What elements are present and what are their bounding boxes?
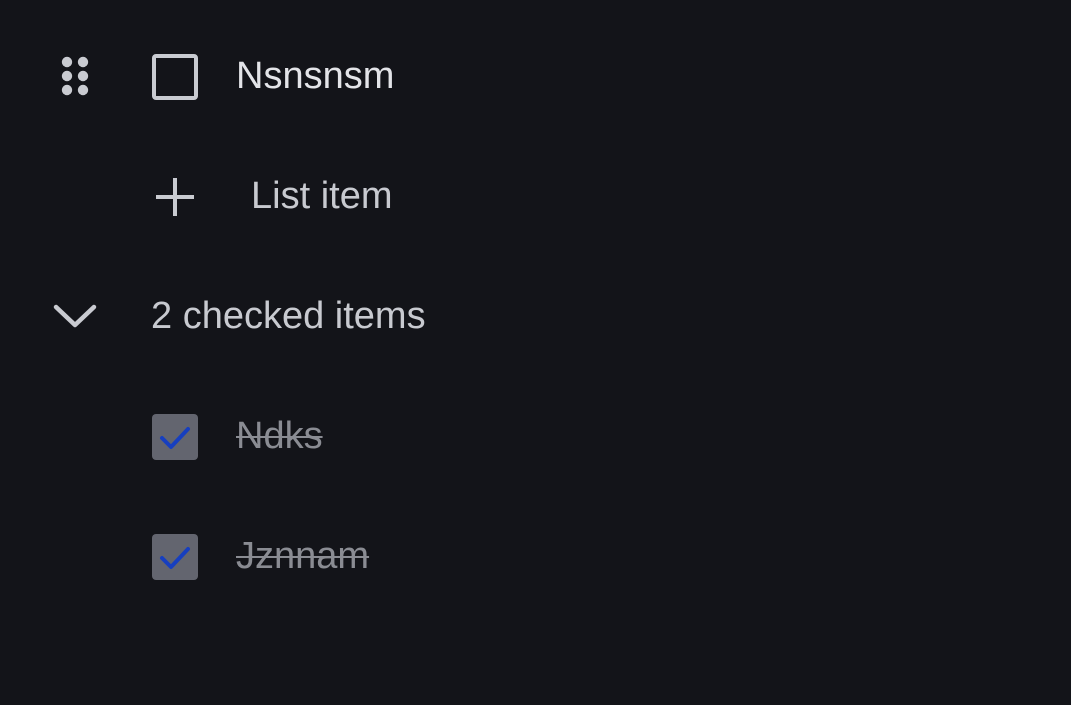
checkbox-empty-icon[interactable] [152,54,198,100]
checked-items-section-header[interactable]: 2 checked items [0,256,1071,376]
add-list-item-label[interactable]: List item [251,171,392,221]
checkbox-checked-icon[interactable] [152,534,198,580]
chevron-down-icon[interactable] [53,297,97,337]
checked-item-label[interactable]: Ndks [236,411,323,461]
checklist-screen: Nsnsnsm List item 2 checked items Ndks J… [0,0,1071,705]
checked-list-item[interactable]: Ndks [0,376,1071,496]
drag-handle-icon[interactable] [58,54,92,98]
plus-icon[interactable] [152,174,198,220]
checkbox-checked-icon[interactable] [152,414,198,460]
add-list-item-row[interactable]: List item [0,136,1071,256]
checked-list-item[interactable]: Jznnam [0,496,1071,616]
checked-items-count[interactable]: 2 checked items [151,291,426,341]
list-item[interactable]: Nsnsnsm [0,16,1071,136]
checked-item-label[interactable]: Jznnam [236,531,369,581]
list-item-label[interactable]: Nsnsnsm [236,51,394,101]
